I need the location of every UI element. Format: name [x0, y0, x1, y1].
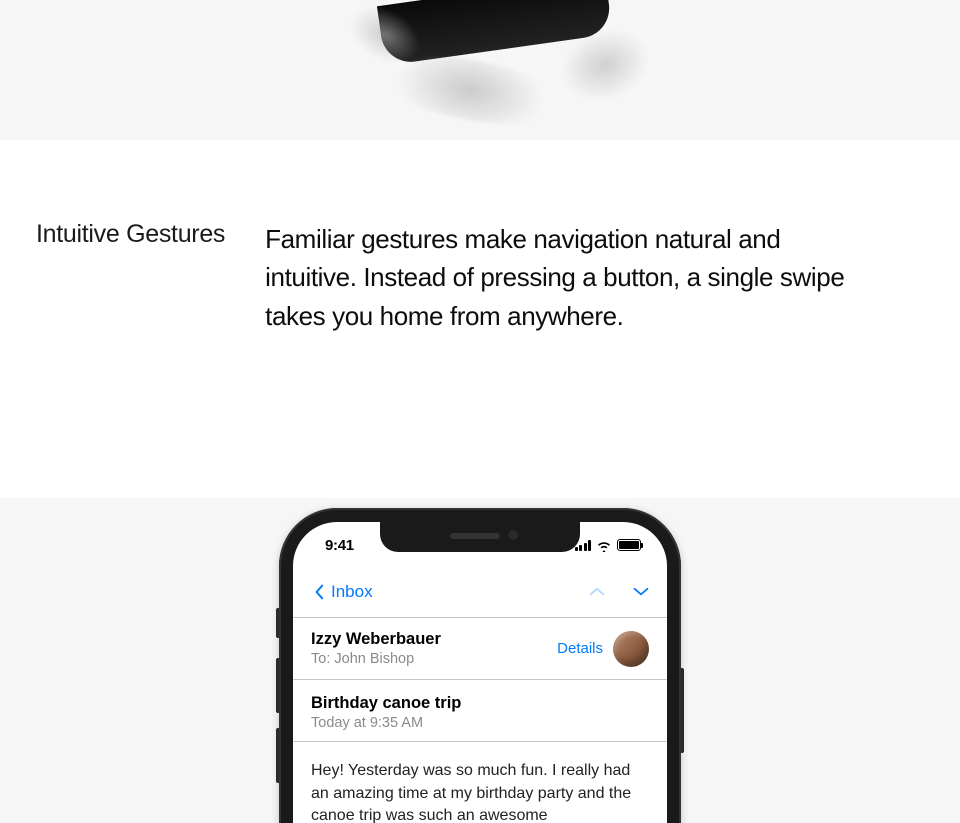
water-splash-decoration	[376, 45, 564, 135]
phone-volume-up	[276, 658, 279, 713]
mail-details-link[interactable]: Details	[557, 640, 603, 657]
phone-screen: 9:41 Inbox	[293, 522, 667, 823]
mail-body-text: Hey! Yesterday was so much fun. I really…	[293, 742, 667, 823]
phone-notch	[380, 522, 580, 552]
mail-header: Izzy Weberbauer To: John Bishop Details	[293, 618, 667, 680]
wifi-icon	[596, 539, 612, 551]
phone-volume-down	[276, 728, 279, 783]
chevron-down-icon[interactable]	[633, 584, 649, 600]
back-button[interactable]: Inbox	[311, 582, 373, 602]
mail-to-line: To: John Bishop	[311, 651, 441, 667]
mail-subject: Birthday canoe trip	[311, 694, 649, 713]
avatar[interactable]	[613, 631, 649, 667]
feature-title: Intuitive Gestures	[36, 220, 225, 335]
chevron-up-icon[interactable]	[589, 584, 605, 600]
battery-icon	[617, 539, 641, 551]
mail-date: Today at 9:35 AM	[311, 715, 649, 731]
mail-from-block: Izzy Weberbauer To: John Bishop	[311, 630, 441, 667]
status-icons	[575, 537, 642, 551]
mail-details-block: Details	[557, 631, 649, 667]
back-label: Inbox	[331, 582, 373, 602]
phone-demo-section: 9:41 Inbox	[0, 498, 960, 823]
mail-subject-row: Birthday canoe trip Today at 9:35 AM	[293, 680, 667, 742]
message-nav-arrows	[589, 584, 649, 600]
mail-nav-bar: Inbox	[293, 566, 667, 618]
mail-from-name: Izzy Weberbauer	[311, 630, 441, 649]
feature-description: Familiar gestures make navigation natura…	[265, 220, 845, 335]
hero-water-section	[0, 0, 960, 140]
phone-power-button	[681, 668, 684, 753]
chevron-left-icon	[311, 584, 327, 600]
mail-to-label: To:	[311, 651, 330, 667]
status-time: 9:41	[325, 535, 354, 554]
phone-device-frame: 9:41 Inbox	[279, 508, 681, 823]
mail-to-name: John Bishop	[334, 651, 414, 667]
feature-row: Intuitive Gestures Familiar gestures mak…	[36, 220, 860, 335]
phone-mute-switch	[276, 608, 279, 638]
